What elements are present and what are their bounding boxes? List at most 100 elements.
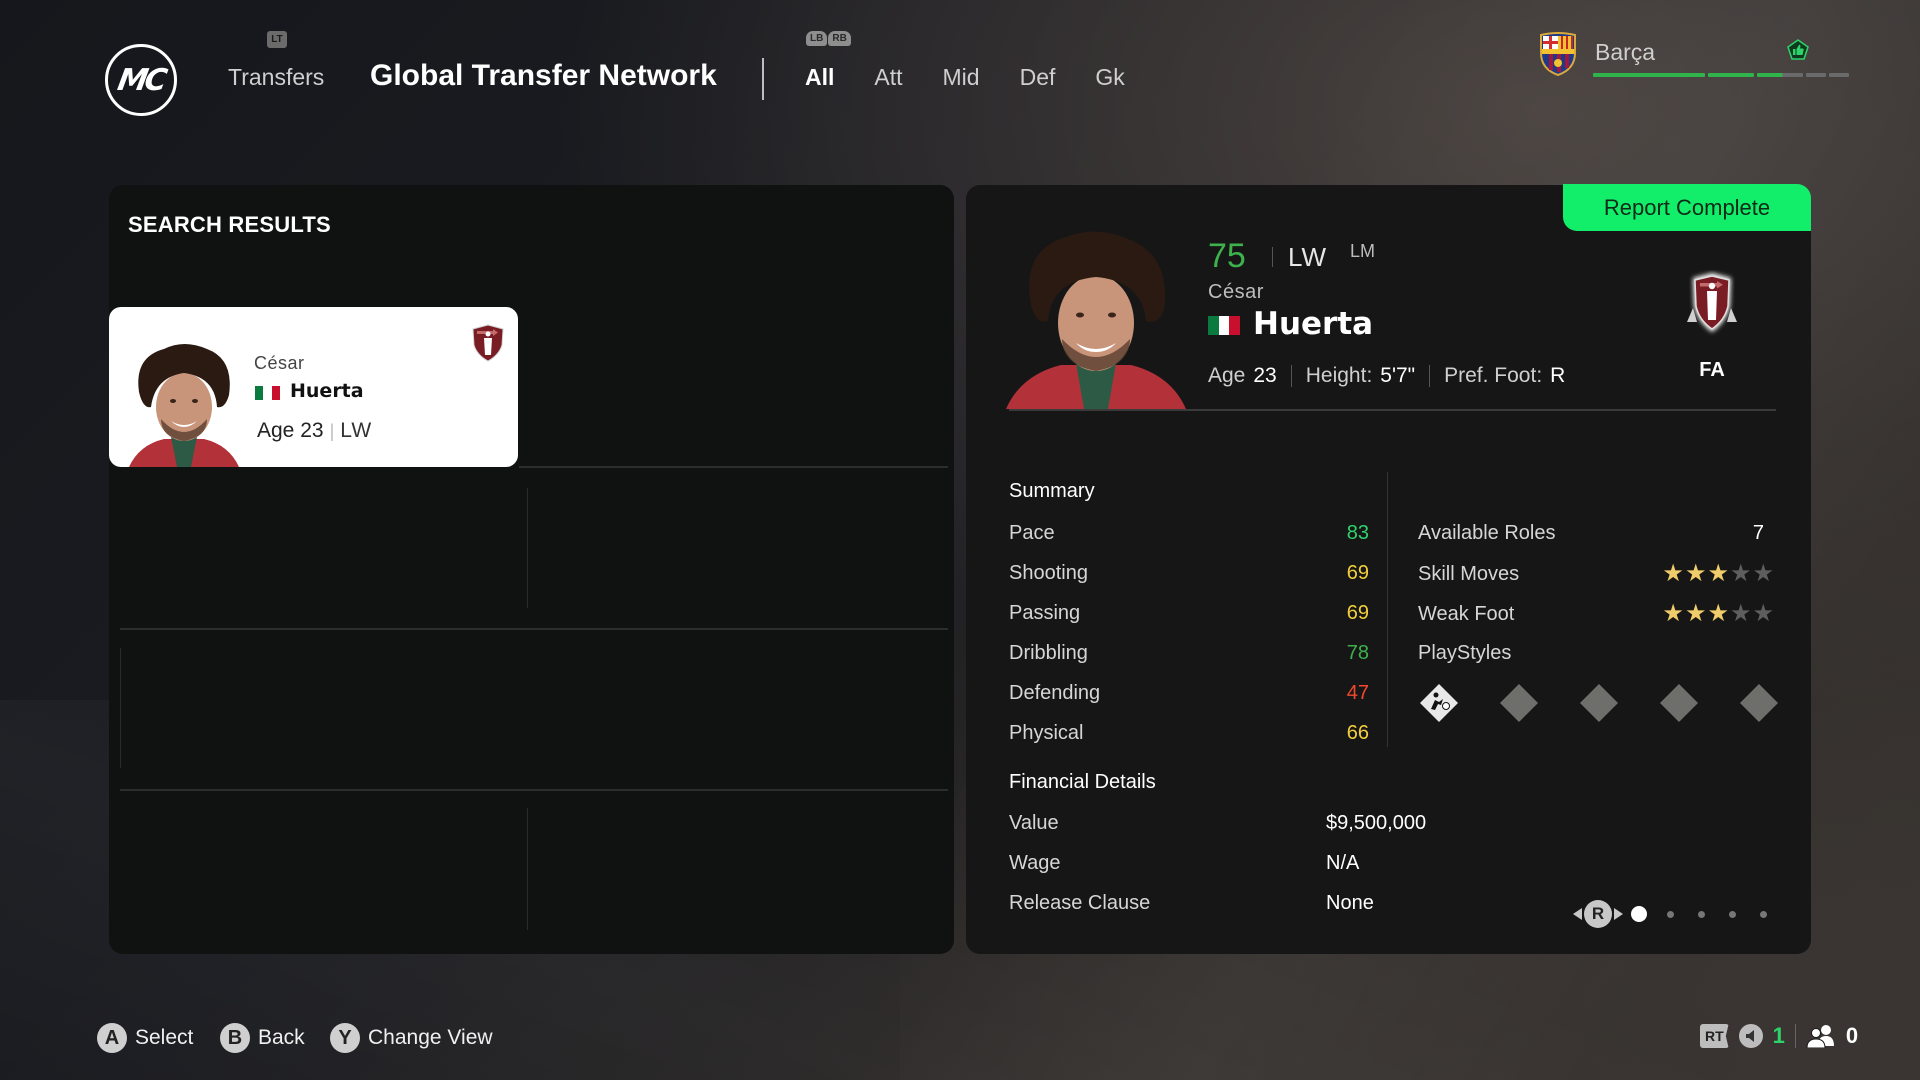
progress-segment — [1806, 73, 1826, 77]
financial-label: Release Clause — [1009, 892, 1151, 914]
grid-divider — [527, 808, 528, 930]
separator: | — [329, 421, 335, 441]
player-detail-panel: Report Complete 75 LW LM César Huerta Ag… — [966, 184, 1811, 954]
star-icon: ★ — [1707, 600, 1729, 627]
foot-label: Pref. Foot: — [1444, 364, 1543, 387]
age-label: Age — [1208, 364, 1246, 387]
y-button-icon: Y — [330, 1023, 360, 1053]
age-value: 23 — [300, 419, 324, 442]
player-first-name: César — [1208, 281, 1264, 303]
tab-att[interactable]: Att — [874, 64, 902, 91]
available-roles-row: Available Roles 7 — [1418, 522, 1774, 545]
stat-row-passing: Passing 69 — [1009, 602, 1369, 625]
report-status-badge: Report Complete — [1563, 184, 1811, 231]
club-crest-icon — [1540, 32, 1576, 77]
weak-foot-stars: ★ ★ ★ ★ ★ — [1662, 602, 1774, 626]
grid-divider — [519, 466, 948, 468]
playstyle-empty-slot-icon[interactable] — [1579, 683, 1619, 723]
overall-rating: 75 — [1208, 237, 1246, 275]
playstyle-finesse-shot-icon[interactable] — [1419, 683, 1459, 723]
stat-row-dribbling: Dribbling 78 — [1009, 642, 1369, 665]
height-label: Height: — [1305, 364, 1373, 387]
separator — [1794, 1024, 1796, 1048]
page-dot[interactable] — [1729, 910, 1736, 918]
career-mode-logo: MC — [105, 44, 177, 116]
club-progress-bar — [1593, 73, 1849, 77]
skill-moves-row: Skill Moves ★ ★ ★ ★ ★ — [1418, 562, 1774, 586]
stat-label: Passing — [1009, 602, 1081, 624]
star-icon: ★ — [1729, 560, 1752, 587]
stat-value: 66 — [1346, 722, 1369, 744]
stat-value: 78 — [1346, 642, 1369, 664]
star-icon: ★ — [1684, 560, 1707, 587]
player-photo — [129, 344, 239, 467]
playstyle-empty-slot-icon[interactable] — [1739, 683, 1779, 723]
progress-segment — [1593, 73, 1705, 77]
grid-divider — [120, 648, 121, 768]
mexico-flag-icon — [255, 386, 280, 400]
change-view-label: Change View — [368, 1026, 493, 1049]
party-icon[interactable] — [1806, 1024, 1836, 1048]
separator — [1290, 365, 1292, 387]
page-dot[interactable] — [1760, 910, 1767, 918]
skill-moves-stars: ★ ★ ★ ★ ★ — [1662, 562, 1774, 586]
tab-all[interactable]: All — [805, 64, 834, 91]
divider — [1387, 472, 1388, 747]
bumper-hints: LB RB — [806, 31, 851, 46]
a-button-icon: A — [97, 1023, 127, 1053]
divider — [762, 58, 764, 100]
separator — [1429, 365, 1431, 387]
page-dot[interactable] — [1667, 910, 1674, 918]
available-roles-value: 7 — [1752, 522, 1764, 544]
speaker-icon[interactable] — [1738, 1024, 1763, 1048]
back-hint[interactable]: B Back — [220, 1023, 305, 1053]
available-roles-label: Available Roles — [1418, 522, 1556, 544]
player-photo — [1006, 231, 1186, 409]
financial-value: $9,500,000 — [1326, 812, 1427, 834]
position: LW — [340, 419, 373, 442]
stat-row-pace: Pace 83 — [1009, 522, 1369, 545]
summary-title: Summary — [1009, 480, 1095, 502]
divider — [1009, 409, 1776, 411]
stat-row-defending: Defending 47 — [1009, 682, 1369, 705]
stat-value: 69 — [1346, 602, 1369, 624]
stat-row-shooting: Shooting 69 — [1009, 562, 1369, 585]
financial-title: Financial Details — [1009, 771, 1156, 793]
stat-label: Dribbling — [1009, 642, 1088, 664]
stat-value: 47 — [1346, 682, 1369, 704]
breadcrumb-transfers[interactable]: Transfers — [228, 64, 324, 91]
playstyle-empty-slot-icon[interactable] — [1659, 683, 1699, 723]
player-first-name: César — [254, 353, 305, 373]
rb-button-icon: RB — [828, 31, 851, 46]
chevron-left-icon[interactable] — [1573, 908, 1582, 920]
chevron-right-icon[interactable] — [1614, 908, 1623, 920]
page-dot[interactable] — [1631, 906, 1647, 922]
star-icon: ★ — [1684, 600, 1707, 627]
stat-label: Defending — [1009, 682, 1101, 704]
star-icon: ★ — [1662, 600, 1684, 627]
voice-count: 1 — [1772, 1023, 1785, 1048]
free-agent-badge-icon — [472, 324, 504, 362]
page-indicator: R — [1573, 900, 1791, 928]
club-status: Barça — [1537, 31, 1849, 81]
tab-def[interactable]: Def — [1020, 64, 1056, 91]
party-count: 0 — [1845, 1023, 1859, 1048]
star-icon: ★ — [1729, 600, 1752, 627]
tab-mid[interactable]: Mid — [943, 64, 980, 91]
stat-label: Shooting — [1009, 562, 1088, 584]
age-label: Age — [257, 419, 295, 442]
star-icon: ★ — [1662, 560, 1684, 587]
top-bar: MC LT Transfers Global Transfer Network … — [0, 0, 1920, 150]
grid-divider — [120, 789, 948, 791]
player-result-card[interactable]: César Huerta Age 23 | LW — [109, 307, 518, 467]
tab-gk[interactable]: Gk — [1095, 64, 1124, 91]
player-meta: Age 23 | LW — [257, 419, 372, 443]
playstyle-empty-slot-icon[interactable] — [1499, 683, 1539, 723]
skill-moves-label: Skill Moves — [1418, 562, 1520, 585]
player-bio: Age 23 Height: 5'7" Pref. Foot: R — [1208, 364, 1565, 388]
page-dot[interactable] — [1698, 910, 1705, 918]
stat-label: Physical — [1009, 722, 1084, 744]
r-stick-button-icon: R — [1584, 900, 1612, 928]
select-hint[interactable]: A Select — [97, 1023, 193, 1053]
change-view-hint[interactable]: Y Change View — [330, 1023, 493, 1053]
